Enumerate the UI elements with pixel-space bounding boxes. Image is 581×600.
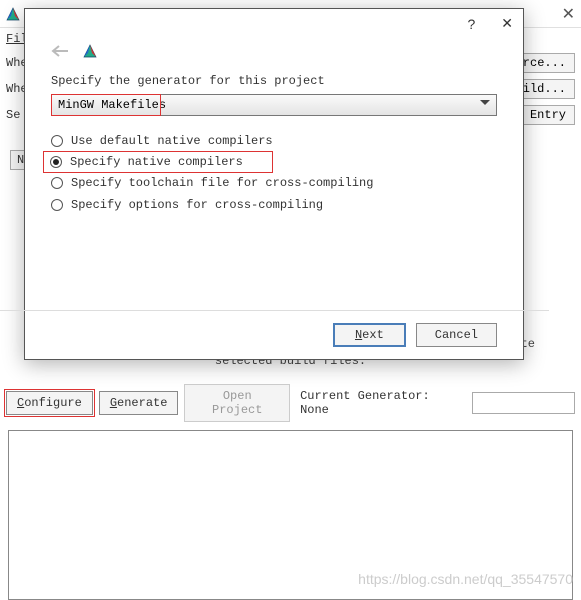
radio-native-compilers[interactable]: Specify native compilers (44, 152, 272, 172)
generator-dialog: ? ✕ Specify the generator for this proje… (24, 8, 524, 360)
radio-label: Use default native compilers (71, 134, 273, 148)
dialog-nav (51, 44, 497, 58)
radio-toolchain-file[interactable]: Specify toolchain file for cross-compili… (51, 172, 497, 194)
radio-icon (50, 156, 62, 168)
radio-label: Specify options for cross-compiling (71, 198, 323, 212)
cmake-logo-icon (83, 44, 97, 58)
radio-icon (51, 199, 63, 211)
dialog-titlebar: ? ✕ (25, 9, 523, 38)
generator-dropdown[interactable]: MinGW Makefiles (51, 94, 497, 116)
back-arrow-icon[interactable] (51, 44, 69, 58)
dialog-buttons: Next Cancel (25, 311, 523, 359)
help-icon[interactable]: ? (467, 16, 475, 32)
dropdown-value: MinGW Makefiles (58, 98, 166, 112)
radio-label: Specify toolchain file for cross-compili… (71, 176, 373, 190)
radio-icon (51, 135, 63, 147)
radio-icon (51, 177, 63, 189)
radio-default-compilers[interactable]: Use default native compilers (51, 130, 497, 152)
compiler-radio-group: Use default native compilers Specify nat… (51, 130, 497, 216)
radio-label: Specify native compilers (70, 155, 243, 169)
close-icon[interactable]: ✕ (501, 15, 513, 32)
dialog-prompt: Specify the generator for this project (51, 74, 497, 88)
dialog-backdrop: ? ✕ Specify the generator for this proje… (0, 0, 581, 595)
next-button[interactable]: Next (333, 323, 406, 347)
cancel-button[interactable]: Cancel (416, 323, 497, 347)
radio-cross-options[interactable]: Specify options for cross-compiling (51, 194, 497, 216)
chevron-down-icon (480, 100, 490, 110)
